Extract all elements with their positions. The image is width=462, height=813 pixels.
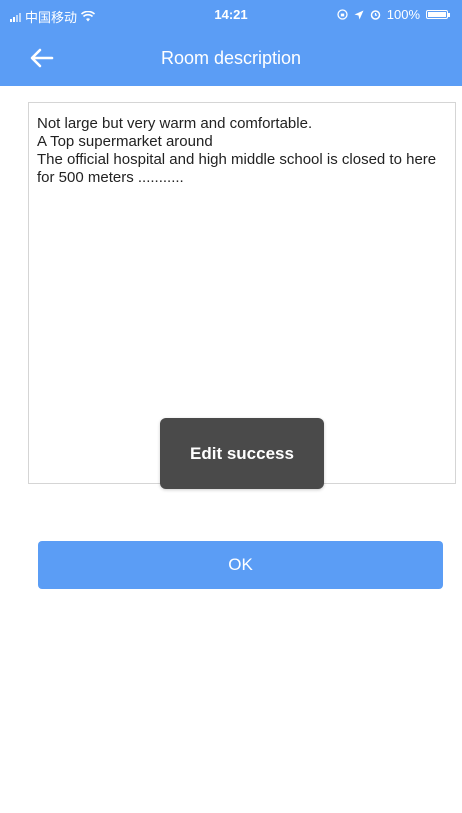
location-icon <box>354 10 364 19</box>
status-bar: 中国移动 14:21 100% <box>0 0 462 30</box>
battery-icon <box>426 10 450 19</box>
rotation-lock-icon <box>337 9 348 20</box>
nav-bar: Room description <box>0 30 462 86</box>
edit-success-toast: Edit success <box>160 418 324 489</box>
ok-button[interactable]: OK <box>38 541 443 589</box>
status-bar-right: 100% <box>337 7 450 22</box>
page-title: Room description <box>160 48 302 68</box>
app-screen: 中国移动 14:21 100% Room description Not lar… <box>0 0 462 813</box>
battery-percent: 100% <box>386 7 420 22</box>
alarm-icon <box>370 10 380 20</box>
ok-button-label: OK <box>228 555 253 574</box>
toast-message: Edit success <box>190 443 294 463</box>
